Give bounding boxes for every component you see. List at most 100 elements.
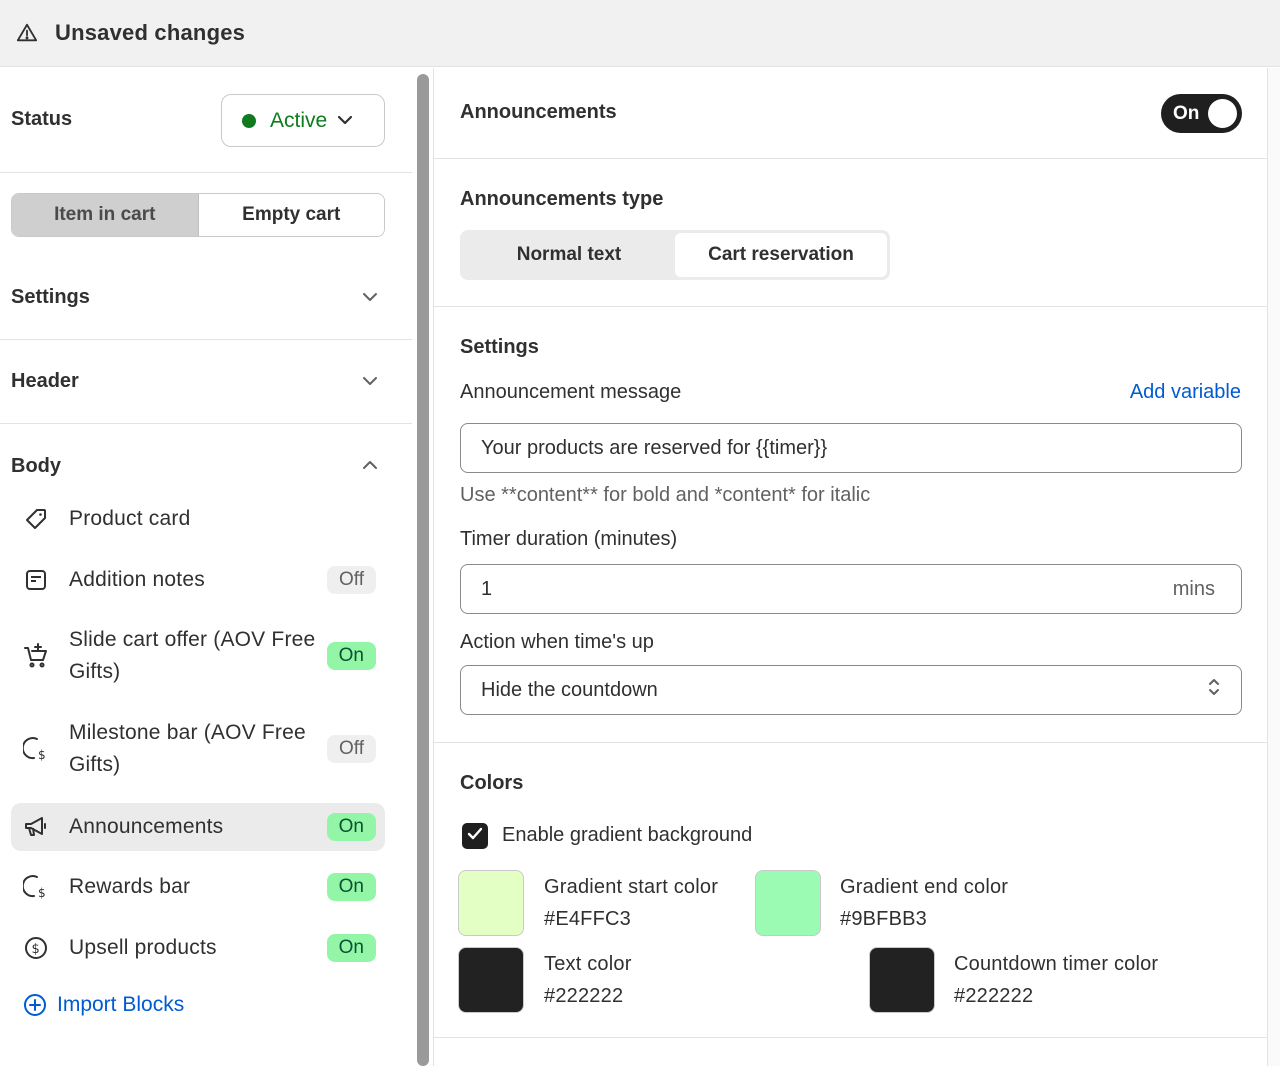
body-accordion[interactable]: Body (0, 424, 412, 508)
announcements-section: Announcements On (434, 68, 1267, 159)
text-color-value: #222222 (544, 985, 624, 1007)
cart-state-toggle: Item in cart Empty cart (11, 193, 385, 237)
announcement-message-input[interactable]: Your products are reserved for {{timer}} (460, 423, 1242, 473)
body-item-label: Rewards bar (69, 875, 191, 898)
toggle-knob (1208, 99, 1237, 128)
cart-offer-icon (23, 643, 49, 669)
status-badge: Off (327, 566, 376, 594)
right-panel-edge (1268, 68, 1280, 1066)
gradient-checkbox-label: Enable gradient background (502, 824, 753, 846)
chevron-down-icon (362, 373, 378, 391)
body-item-milestone-bar[interactable]: $ Milestone bar (AOV Free Gifts) Off (11, 716, 385, 782)
body-item-upsell-products[interactable]: $ Upsell products On (11, 930, 385, 966)
import-blocks-link[interactable]: Import Blocks (23, 993, 184, 1017)
body-item-slide-cart-offer[interactable]: Slide cart offer (AOV Free Gifts) On (11, 623, 385, 689)
announcement-message-label: Announcement message (460, 381, 682, 403)
gradient-end-label: Gradient end color (840, 876, 1009, 898)
announcements-type-toggle: Normal text Cart reservation (460, 230, 890, 280)
tab-empty-cart[interactable]: Empty cart (198, 194, 384, 236)
countdown-color-value: #222222 (954, 985, 1034, 1007)
announcements-toggle[interactable]: On (1161, 94, 1242, 133)
status-badge: On (326, 642, 376, 670)
body-item-label: Slide cart offer (AOV Free Gifts) (69, 628, 316, 683)
announcements-type-title: Announcements type (460, 188, 664, 210)
gradient-end-swatch[interactable] (755, 870, 821, 936)
body-item-label: Product card (69, 507, 191, 530)
header-accordion-label: Header (11, 370, 79, 392)
tab-item-in-cart[interactable]: Item in cart (12, 194, 199, 236)
gradient-checkbox[interactable] (462, 823, 488, 849)
plus-circle-icon (23, 993, 47, 1017)
body-accordion-label: Body (11, 454, 61, 477)
chevron-up-icon (362, 457, 378, 475)
tag-icon (23, 506, 49, 532)
note-icon (23, 567, 49, 593)
body-item-announcements[interactable]: Announcements On (11, 803, 385, 851)
status-value: Active (270, 108, 328, 132)
gradient-start-value: #E4FFC3 (544, 908, 631, 930)
milestone-icon: $ (23, 736, 49, 762)
unsaved-changes-title: Unsaved changes (55, 20, 246, 45)
countdown-color-swatch[interactable] (869, 947, 935, 1013)
dollar-circle-icon: $ (23, 935, 49, 961)
warning-icon (16, 22, 38, 44)
status-select[interactable]: Active (221, 94, 385, 147)
text-color-info: Text color #222222 (544, 948, 632, 1012)
body-item-label: Addition notes (69, 568, 205, 591)
unsaved-changes-bar: Unsaved changes (0, 0, 1280, 67)
body-item-rewards-bar[interactable]: $ Rewards bar On (11, 869, 385, 905)
action-timeout-value: Hide the countdown (481, 678, 658, 701)
right-panel: Announcements On Announcements type Norm… (433, 68, 1268, 1066)
announcements-title: Announcements (460, 101, 617, 123)
settings-title: Settings (460, 336, 539, 358)
body-item-addition-notes[interactable]: Addition notes Off (11, 562, 385, 598)
body-item-product-card[interactable]: Product card (11, 501, 385, 537)
timer-duration-input[interactable]: 1 mins (460, 564, 1242, 614)
timer-duration-label: Timer duration (minutes) (460, 528, 678, 550)
body-item-label: Upsell products (69, 936, 217, 959)
status-badge: On (326, 813, 376, 841)
type-cart-reservation[interactable]: Cart reservation (675, 233, 887, 277)
formatting-help-text: Use **content** for bold and *content* f… (460, 484, 871, 506)
gradient-start-swatch[interactable] (458, 870, 524, 936)
status-row: Status Active (0, 68, 412, 173)
gradient-end-info: Gradient end color #9BFBB3 (840, 871, 1008, 935)
type-normal-text[interactable]: Normal text (463, 233, 675, 277)
settings-section: Settings Announcement message Add variab… (434, 307, 1267, 743)
action-timeout-select[interactable]: Hide the countdown (460, 665, 1242, 715)
gradient-end-value: #9BFBB3 (840, 908, 928, 930)
status-badge: On (326, 934, 376, 962)
colors-title: Colors (460, 772, 524, 794)
timer-duration-value: 1 (481, 577, 493, 600)
left-panel: Status Active Item in cart Empty cart Se… (0, 68, 412, 1066)
settings-accordion-label: Settings (11, 286, 90, 308)
status-badge: On (326, 873, 376, 901)
status-dot (242, 113, 256, 128)
countdown-color-info: Countdown timer color #222222 (954, 948, 1158, 1012)
chevron-down-icon (362, 289, 378, 307)
timer-duration-suffix: mins (1172, 577, 1215, 600)
settings-accordion[interactable]: Settings (0, 256, 412, 340)
header-accordion[interactable]: Header (0, 340, 412, 424)
announcement-message-value: Your products are reserved for {{timer}} (481, 436, 828, 459)
body-item-label: Announcements (69, 815, 224, 838)
left-scrollbar-thumb[interactable] (417, 74, 429, 1066)
gradient-start-info: Gradient start color #E4FFC3 (544, 871, 718, 935)
rewards-icon: $ (23, 874, 49, 900)
text-color-label: Text color (544, 953, 632, 975)
megaphone-icon (23, 814, 49, 840)
add-variable-link[interactable]: Add variable (1130, 381, 1241, 404)
svg-text:$: $ (32, 942, 40, 957)
announcements-type-section: Announcements type Normal text Cart rese… (434, 159, 1267, 307)
svg-text:$: $ (38, 748, 46, 762)
gradient-start-label: Gradient start color (544, 876, 719, 898)
check-icon (467, 827, 483, 846)
toggle-label: On (1173, 102, 1200, 124)
countdown-color-label: Countdown timer color (954, 953, 1159, 975)
text-color-swatch[interactable] (458, 947, 524, 1013)
chevron-down-icon (337, 112, 353, 130)
body-item-label: Milestone bar (AOV Free Gifts) (69, 721, 306, 776)
import-blocks-label: Import Blocks (57, 993, 185, 1016)
select-arrows-icon (1207, 676, 1221, 704)
colors-section: Colors Enable gradient background Gradie… (434, 743, 1267, 1038)
